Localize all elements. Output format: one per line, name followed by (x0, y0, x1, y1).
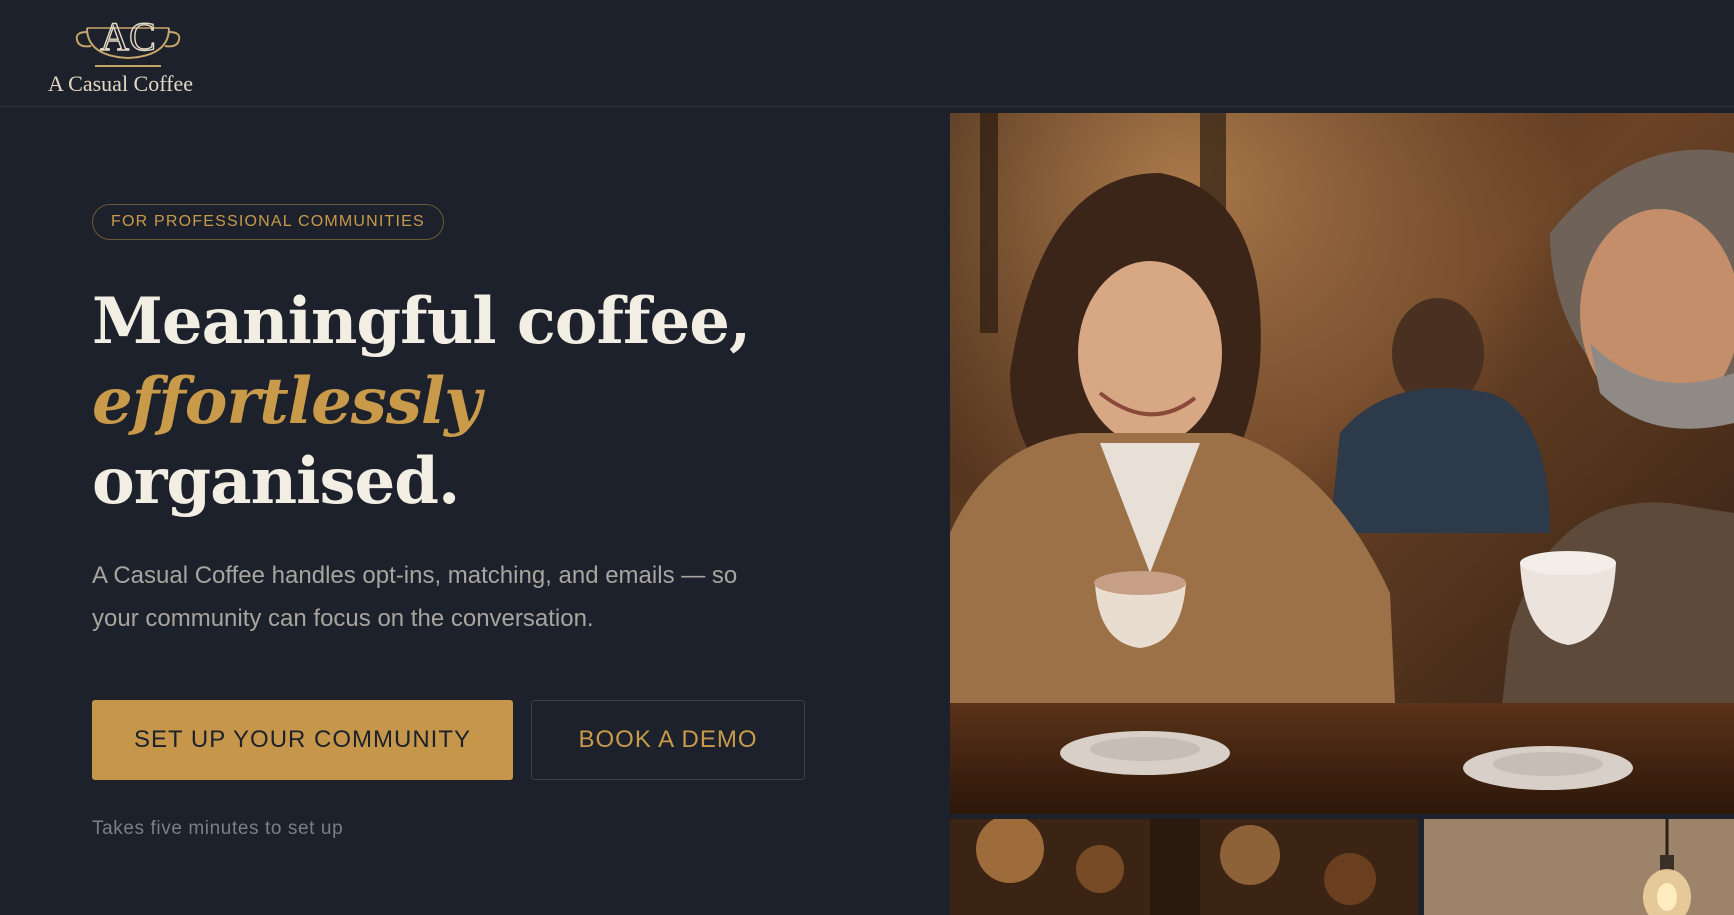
book-demo-button[interactable]: BOOK A DEMO (531, 700, 805, 780)
hanging-bulb-photo (1424, 819, 1734, 915)
set-up-community-button[interactable]: SET UP YOUR COMMUNITY (92, 700, 513, 780)
hero-headline: Meaningful coffee, effortlessly organise… (92, 282, 751, 522)
logo-text: A Casual Coffee (48, 71, 194, 96)
audience-badge: FOR PROFESSIONAL COMMUNITIES (92, 204, 444, 240)
hero-subtext: A Casual Coffee handles opt-ins, matchin… (92, 562, 738, 632)
logo-link[interactable]: AC A Casual Coffee (48, 10, 208, 100)
hero-photo-coffee-meeting (950, 113, 1734, 814)
setup-time-hint: Takes five minutes to set up (92, 818, 344, 839)
coffee-cup-logo-icon: AC (75, 13, 181, 67)
logo-monogram: AC (100, 14, 156, 59)
cafe-bokeh-photo (950, 819, 1418, 915)
headline-line-1: Meaningful coffee, (92, 284, 751, 359)
headline-line-3: organised. (92, 444, 460, 519)
site-header: AC A Casual Coffee (0, 0, 1734, 107)
headline-accent: effortlessly (92, 364, 481, 439)
